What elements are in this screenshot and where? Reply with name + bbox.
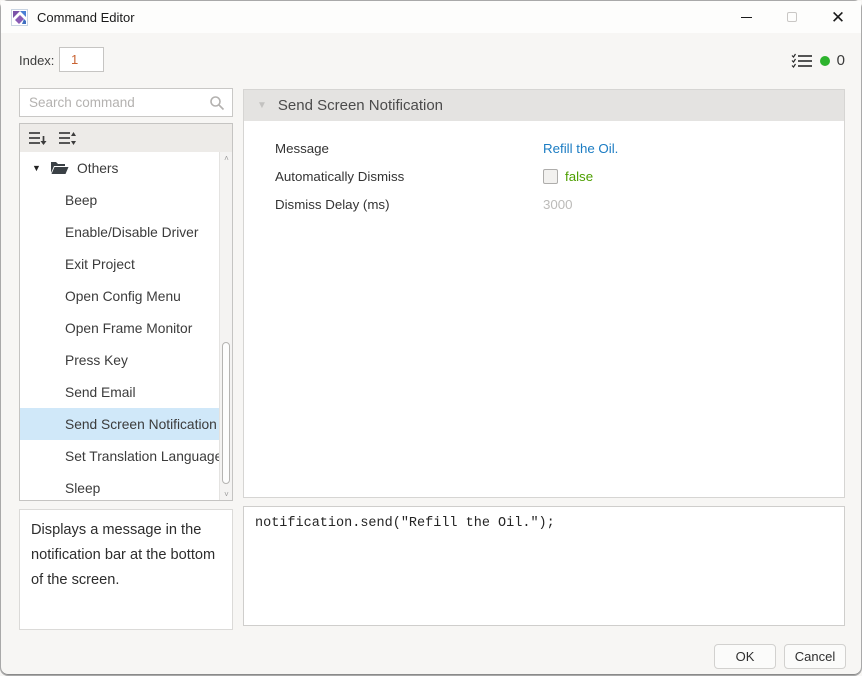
tree-toolbar <box>20 124 232 152</box>
cancel-button[interactable]: Cancel <box>784 644 846 669</box>
maximize-icon <box>787 12 797 22</box>
property-label: Message <box>244 141 543 156</box>
search-input[interactable] <box>20 89 232 116</box>
close-icon: ✕ <box>831 9 845 26</box>
tree-folder-label: Others <box>77 161 118 176</box>
command-description: Displays a message in the notification b… <box>19 509 233 630</box>
property-row-auto-dismiss: Automatically Dismiss false <box>244 162 844 190</box>
index-label: Index: <box>19 53 54 68</box>
search-box <box>19 88 233 117</box>
minimize-icon <box>741 17 752 18</box>
tree-item-selected[interactable]: Send Screen Notification <box>20 408 232 440</box>
scrollbar-thumb[interactable] <box>222 342 230 484</box>
tree-folder-others[interactable]: ▼ Others <box>20 152 232 184</box>
property-value-dismiss-delay: 3000 <box>543 197 573 212</box>
folder-icon <box>50 161 69 175</box>
collapse-all-icon[interactable] <box>29 131 47 146</box>
tree-item[interactable]: Open Config Menu <box>20 280 232 312</box>
tree-scrollbar[interactable]: ˄ ˅ <box>219 152 232 500</box>
property-value-message[interactable]: Refill the Oil. <box>543 141 618 156</box>
close-button[interactable]: ✕ <box>815 1 861 33</box>
property-row-message: Message Refill the Oil. <box>244 134 844 162</box>
search-icon <box>209 95 225 116</box>
ok-button[interactable]: OK <box>714 644 776 669</box>
tree-item[interactable]: Press Key <box>20 344 232 376</box>
command-tree: ▼ Others Beep Enable/Disable Driver Exit… <box>20 152 232 500</box>
property-label: Dismiss Delay (ms) <box>244 197 543 212</box>
checklist-icon[interactable] <box>791 53 813 69</box>
scrollbar-up-icon[interactable]: ˄ <box>220 152 232 164</box>
code-preview: notification.send("Refill the Oil."); <box>243 506 845 626</box>
tree-item[interactable]: Beep <box>20 184 232 216</box>
command-tree-panel: ▼ Others Beep Enable/Disable Driver Exit… <box>19 123 233 501</box>
scrollbar-down-icon[interactable]: ˅ <box>220 488 232 500</box>
status-counter: 0 <box>837 52 845 69</box>
tree-item[interactable]: Set Translation Language <box>20 440 232 472</box>
property-row-dismiss-delay: Dismiss Delay (ms) 3000 <box>244 190 844 218</box>
properties-title: Send Screen Notification <box>278 97 443 114</box>
minimize-button[interactable] <box>723 1 769 33</box>
properties-header[interactable]: ▼ Send Screen Notification <box>244 90 844 121</box>
property-value-auto-dismiss: false <box>565 169 593 184</box>
tree-item[interactable]: Exit Project <box>20 248 232 280</box>
window-title: Command Editor <box>37 10 135 25</box>
maximize-button[interactable] <box>769 1 815 33</box>
tree-item[interactable]: Sleep <box>20 472 232 500</box>
tree-item[interactable]: Open Frame Monitor <box>20 312 232 344</box>
expand-all-icon[interactable] <box>59 131 77 146</box>
tree-item[interactable]: Enable/Disable Driver <box>20 216 232 248</box>
tree-item[interactable]: Send Email <box>20 376 232 408</box>
chevron-down-icon[interactable]: ▼ <box>32 163 42 173</box>
index-input[interactable] <box>59 47 104 72</box>
auto-dismiss-checkbox[interactable] <box>543 169 558 184</box>
collapse-triangle-icon[interactable]: ▼ <box>257 100 267 111</box>
command-editor-window: { "window": { "title": "Command Editor" … <box>0 0 862 676</box>
app-icon <box>11 9 28 26</box>
properties-panel: ▼ Send Screen Notification Message Refil… <box>243 89 845 498</box>
titlebar[interactable]: Command Editor ✕ <box>1 1 861 33</box>
property-label: Automatically Dismiss <box>244 169 543 184</box>
status-green-dot <box>820 56 830 66</box>
